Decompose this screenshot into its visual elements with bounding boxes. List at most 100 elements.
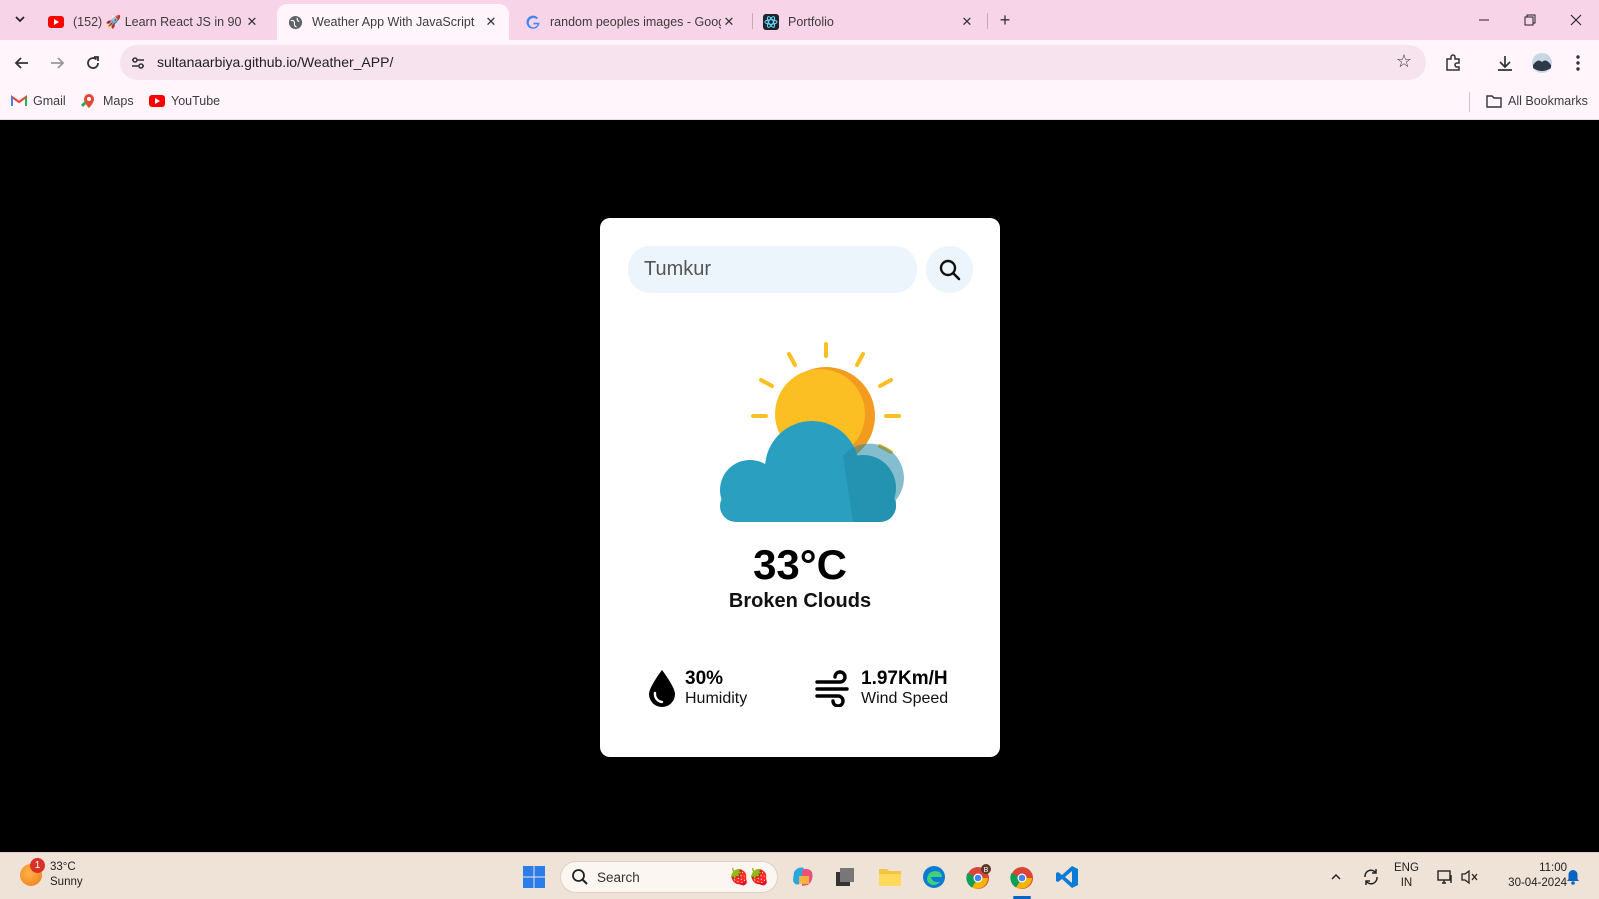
download-icon <box>1498 56 1512 71</box>
tab-title: Weather App With JavaScript <box>312 15 475 29</box>
bookmarks-separator <box>1469 92 1470 112</box>
reload-icon <box>87 56 99 69</box>
address-bar[interactable]: sultanaarbiya.github.io/Weather_APP/ ☆ <box>120 45 1426 80</box>
bookmark-gmail[interactable]: Gmail <box>11 93 66 109</box>
region-code: IN <box>1400 877 1413 889</box>
taskbar-weather-desc: Sunny <box>50 876 83 888</box>
gmail-icon <box>11 93 27 109</box>
url-text: sultanaarbiya.github.io/Weather_APP/ <box>157 54 394 70</box>
maps-icon <box>81 93 97 109</box>
menu-button[interactable] <box>1565 50 1591 76</box>
search-icon <box>939 259 960 280</box>
tab-title: (152) 🚀 Learn React JS in 90 M <box>73 14 244 29</box>
minimize-button[interactable] <box>1472 8 1496 32</box>
tab-google-search[interactable]: random peoples images - Goog ✕ <box>515 4 747 40</box>
tab-youtube[interactable]: (152) 🚀 Learn React JS in 90 M ✕ <box>38 4 270 40</box>
close-icon[interactable]: ✕ <box>959 14 975 30</box>
city-search-input[interactable] <box>628 246 917 293</box>
puzzle-icon <box>1446 54 1460 71</box>
taskbar-search[interactable]: Search 🍓🍓 <box>560 861 778 893</box>
youtube-icon <box>48 14 64 30</box>
bookmark-label: YouTube <box>171 94 221 108</box>
sync-button[interactable] <box>1356 862 1386 892</box>
vscode-icon <box>1056 866 1078 888</box>
wind-stat: 1.97Km/H Wind Speed <box>814 668 948 708</box>
folder-icon <box>879 869 901 886</box>
tab-separator <box>987 13 988 29</box>
restore-icon <box>1524 14 1536 26</box>
extensions-button[interactable] <box>1440 50 1466 76</box>
forward-button[interactable] <box>44 50 70 76</box>
arrow-right-icon <box>51 57 65 69</box>
youtube-icon <box>149 93 165 109</box>
tab-weather-app[interactable]: Weather App With JavaScript ✕ <box>277 4 509 40</box>
reload-button[interactable] <box>80 50 106 76</box>
tab-portfolio[interactable]: Portfolio ✕ <box>753 4 985 40</box>
new-tab-button[interactable]: + <box>994 9 1016 31</box>
chrome-active-button[interactable] <box>1008 862 1038 892</box>
language-code: ENG <box>1394 862 1419 874</box>
copilot-icon <box>793 867 813 886</box>
bell-icon <box>1567 870 1579 885</box>
clock-time: 11:00 <box>1539 862 1567 874</box>
avatar <box>1532 53 1552 73</box>
chevron-up-icon <box>1331 873 1341 880</box>
sun-icon: 1 <box>20 858 45 886</box>
task-view-icon <box>836 868 854 886</box>
chrome-profile-b-button[interactable]: B <box>964 862 994 892</box>
globe-icon <box>287 14 303 30</box>
clock-date: 30-04-2024 <box>1508 877 1567 889</box>
weather-description: Broken Clouds <box>728 590 872 612</box>
profile-button[interactable] <box>1529 50 1555 76</box>
close-icon[interactable]: ✕ <box>721 14 737 30</box>
close-window-button[interactable] <box>1564 8 1588 32</box>
search-icon <box>572 869 588 885</box>
site-info-icon[interactable] <box>128 53 148 73</box>
temperature: 33°C <box>753 541 847 588</box>
vscode-button[interactable] <box>1052 862 1082 892</box>
taskbar-weather-widget[interactable]: 1 33°C Sunny <box>20 858 83 890</box>
network-icon <box>1437 870 1452 884</box>
edge-button[interactable] <box>919 862 949 892</box>
taskbar-weather-temp: 33°C <box>50 861 76 873</box>
bookmark-youtube[interactable]: YouTube <box>149 93 220 109</box>
start-button[interactable] <box>519 862 549 892</box>
restore-button[interactable] <box>1518 8 1542 32</box>
back-button[interactable] <box>9 50 35 76</box>
tab-search-button[interactable] <box>8 7 32 31</box>
chevron-down-icon <box>15 16 25 23</box>
water-drop-icon <box>649 670 675 707</box>
downloads-button[interactable] <box>1492 50 1518 76</box>
browser-toolbar: sultanaarbiya.github.io/Weather_APP/ ☆ <box>0 40 1599 85</box>
chrome-icon: B <box>966 864 991 889</box>
windows-logo-icon <box>523 866 545 888</box>
show-hidden-icons-button[interactable] <box>1321 862 1351 892</box>
close-icon[interactable]: ✕ <box>244 14 260 30</box>
bookmark-label: Maps <box>103 94 134 108</box>
bookmark-label: Gmail <box>33 94 66 108</box>
language-indicator[interactable]: ENG IN <box>1394 861 1419 891</box>
google-icon <box>525 14 541 30</box>
volume-muted-icon <box>1461 869 1478 885</box>
wind-icon <box>815 670 849 707</box>
copilot-button[interactable] <box>788 862 818 892</box>
search-button[interactable] <box>926 246 973 293</box>
notifications-button[interactable] <box>1558 862 1588 892</box>
page-viewport: 33°C Broken Clouds 30% Humidity 1.97K <box>0 121 1599 852</box>
taskbar: 1 33°C Sunny Search 🍓🍓 B ENG IN 11:00 30… <box>0 852 1599 899</box>
bookmark-maps[interactable]: Maps <box>81 93 134 109</box>
bookmark-star-icon[interactable]: ☆ <box>1396 51 1412 72</box>
sync-icon <box>1364 869 1378 885</box>
weather-card: 33°C Broken Clouds 30% Humidity 1.97K <box>600 218 1000 757</box>
minimize-icon <box>1479 19 1489 21</box>
file-explorer-button[interactable] <box>875 862 905 892</box>
close-icon[interactable]: ✕ <box>483 14 499 30</box>
clock[interactable]: 11:00 30-04-2024 <box>1495 861 1567 891</box>
task-view-button[interactable] <box>830 862 860 892</box>
close-icon <box>1570 14 1582 26</box>
all-bookmarks-button[interactable]: All Bookmarks <box>1486 93 1588 109</box>
wind-label: Wind Speed <box>861 690 949 707</box>
strawberry-icon: 🍓🍓 <box>729 869 769 886</box>
volume-button[interactable] <box>1455 862 1485 892</box>
bookmarks-bar: Gmail Maps YouTube All Bookmarks <box>0 85 1599 120</box>
